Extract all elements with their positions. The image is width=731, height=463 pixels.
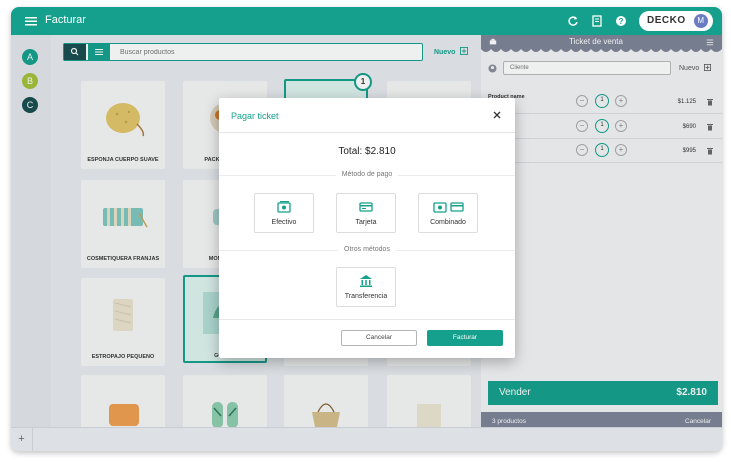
other-methods-heading: Otros métodos xyxy=(219,246,515,253)
bank-icon xyxy=(360,275,372,287)
pay-cash-option[interactable]: Efectivo xyxy=(254,193,314,233)
brand-logo: DECKO xyxy=(647,15,686,26)
add-ticket-tab-button[interactable]: + xyxy=(11,428,33,451)
menu-icon[interactable] xyxy=(24,14,38,28)
payment-method-heading: Método de pago xyxy=(219,171,515,178)
pay-transfer-label: Transferencia xyxy=(344,293,388,300)
credit-card-icon xyxy=(449,202,464,212)
divider xyxy=(219,319,515,320)
pay-ticket-dialog: Pagar ticket Total: $2.810 Método de pag… xyxy=(219,98,515,358)
pay-card-label: Tarjeta xyxy=(355,219,377,226)
pay-combined-option[interactable]: Combinado xyxy=(418,193,478,233)
avatar: M xyxy=(694,14,708,28)
total-amount: Total: $2.810 xyxy=(338,146,396,157)
divider xyxy=(219,132,515,133)
account-pill[interactable]: DECKO M xyxy=(639,11,713,31)
cancel-button[interactable]: Cancelar xyxy=(341,330,417,346)
refresh-icon[interactable] xyxy=(567,15,579,27)
payment-method-label: Método de pago xyxy=(335,171,399,178)
pay-combined-label: Combinado xyxy=(430,219,466,226)
credit-card-icon xyxy=(359,202,373,212)
close-icon[interactable] xyxy=(492,110,502,120)
other-methods-label: Otros métodos xyxy=(338,246,396,253)
cash-icon xyxy=(432,202,447,213)
svg-text:?: ? xyxy=(619,17,624,26)
receipt-icon[interactable] xyxy=(591,15,603,27)
pay-transfer-option[interactable]: Transferencia xyxy=(336,267,396,307)
dialog-title: Pagar ticket xyxy=(231,111,279,121)
ticket-tabs-bar: + xyxy=(11,427,722,451)
page-title: Facturar xyxy=(45,14,86,26)
pay-cash-label: Efectivo xyxy=(271,219,297,226)
pay-card-option[interactable]: Tarjeta xyxy=(336,193,396,233)
top-bar: Facturar ? DECKO M xyxy=(11,7,722,35)
cash-icon xyxy=(277,201,291,213)
invoice-button[interactable]: Facturar xyxy=(427,330,503,346)
help-icon[interactable]: ? xyxy=(615,15,627,27)
